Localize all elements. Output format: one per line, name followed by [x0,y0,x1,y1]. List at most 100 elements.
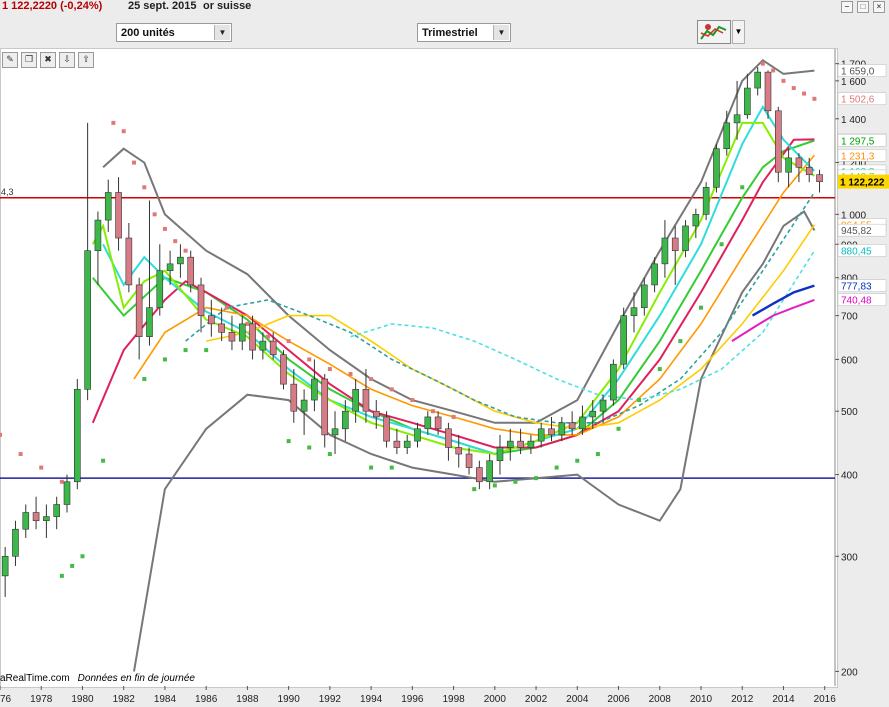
candle-body [63,481,71,505]
copy-icon[interactable]: ❐ [21,52,37,68]
value-label: 1 297,5 [841,136,875,147]
candle-body [702,186,710,215]
upload-icon[interactable]: ⇧ [78,52,94,68]
x-tick-label: 2008 [649,694,672,705]
sar-dot [70,563,75,568]
candle-body [424,416,432,430]
candle-body [403,440,411,448]
candle-body [558,422,566,436]
value-label: 1 502,6 [841,95,875,106]
sar-dot [812,96,817,101]
close-icon[interactable]: ✖ [40,52,56,68]
candle-body [177,256,184,265]
candle-body [506,440,514,448]
candle-body [630,307,638,316]
x-tick-label: 1976 [0,694,12,705]
sar-dot [39,465,44,470]
candle-body [352,389,359,412]
sar-dot [245,321,250,326]
candle-body [12,528,19,557]
sar-dot [327,452,332,457]
candle-body [661,237,669,265]
sar-dot [719,242,724,247]
candle-body [146,307,153,337]
candle-body [517,440,524,448]
candle-body [84,250,91,390]
sar-dot [183,248,188,253]
candle-body [486,460,493,483]
sar-dot [492,483,497,488]
candle-body [568,422,576,430]
candle-body [476,467,483,483]
sar-dot [430,409,435,414]
sar-dot [760,61,765,66]
candle-body [393,440,401,448]
candle-body [104,192,112,221]
candle-body [805,167,813,175]
sar-dot [101,458,106,463]
candle-body [465,453,473,468]
candle-body [372,410,380,418]
sar-dot [80,554,85,559]
candle-body [362,389,370,412]
y-tick-label: 500 [841,407,858,418]
value-label: 740,48 [841,296,872,307]
candle-body [331,428,339,436]
x-tick-label: 1990 [278,694,301,705]
x-tick-label: 1982 [113,694,136,705]
download-icon[interactable]: ⇩ [59,52,75,68]
sar-dot [389,465,394,470]
x-tick-label: 2004 [566,694,589,705]
x-tick-label: 1992 [319,694,342,705]
sar-dot [657,367,662,372]
candle-body [610,363,617,401]
candle-body [445,428,452,448]
y-tick-label: 1 600 [841,77,866,88]
sar-dot [18,452,23,457]
x-tick-label: 2016 [814,694,837,705]
sar-dot [111,120,116,125]
footer: aRealTime.com Données en fin de journée [0,673,195,684]
candle-body [300,399,308,412]
sar-dot [802,91,807,96]
candle-body [259,340,267,351]
sar-dot [183,348,188,353]
sar-dot [451,414,456,419]
sar-dot [791,86,796,91]
candle-body [754,71,761,89]
candle-body [166,263,174,272]
wrench-icon[interactable]: ✎ [2,52,18,68]
candle-body [32,512,40,522]
candle-body [548,428,555,436]
candle-body [74,389,81,483]
candle-body [187,256,195,286]
sar-dot [513,479,518,484]
candle-body [43,516,50,522]
candle-body [713,148,720,188]
sar-dot [162,357,167,362]
x-tick-label: 1994 [360,694,383,705]
sar-dot [132,160,137,165]
last-price-label: 1 122,222 [840,178,885,189]
candle-body [228,332,236,342]
candle-body [651,263,658,286]
sar-dot [369,377,374,382]
sar-dot [369,465,374,470]
candle-body [527,440,535,448]
candle-body [682,225,689,251]
candle-body [1,555,9,577]
candle-body [249,323,256,351]
candle-body [455,447,463,455]
sar-dot [678,339,683,344]
candle-body [115,192,122,239]
sar-dot [771,68,776,73]
sar-dot [534,476,539,481]
footer-source: aRealTime.com [0,673,70,684]
candle-body [795,157,803,168]
sar-dot [327,367,332,372]
candle-body [94,219,102,251]
candle-body [135,284,143,337]
x-tick-label: 1984 [154,694,177,705]
sar-dot [410,398,415,403]
sar-dot [740,185,745,190]
